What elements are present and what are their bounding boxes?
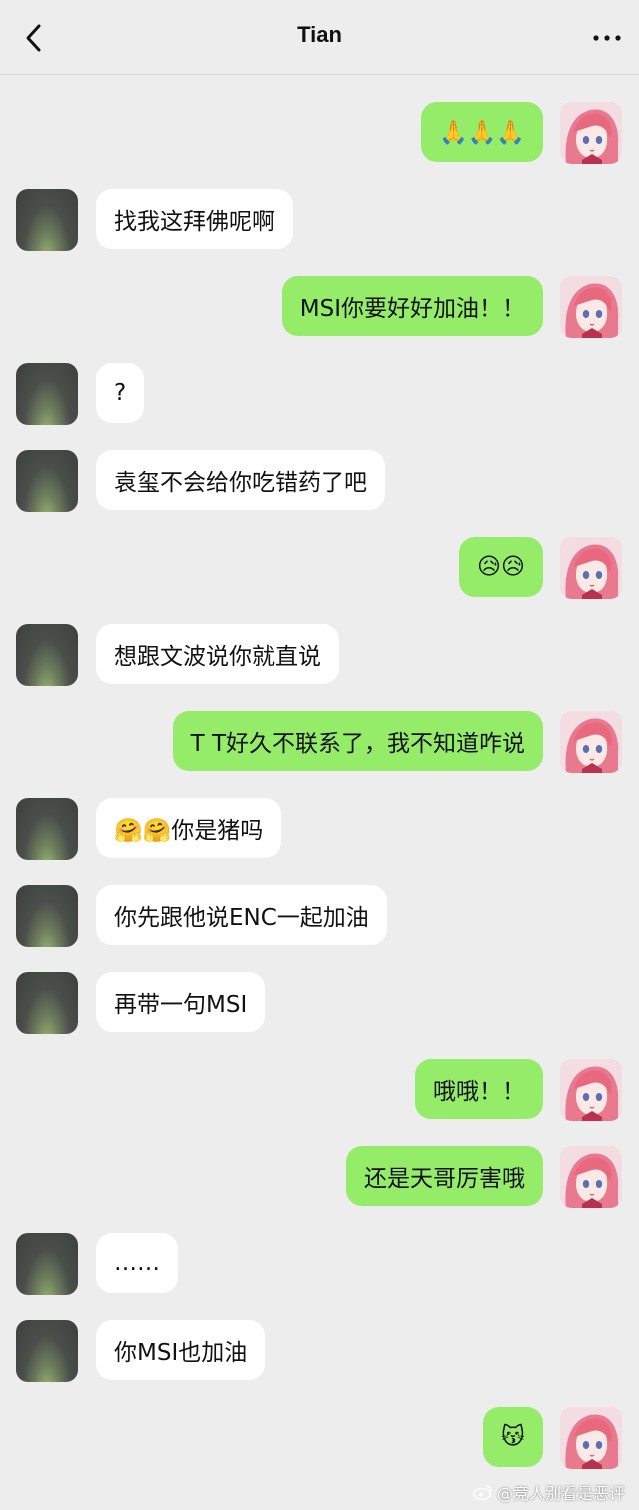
avatar[interactable] [560,1146,622,1208]
message-bubble[interactable]: 🤗🤗你是猪吗 [96,798,282,858]
message-bubble[interactable]: 😥😥 [459,537,543,597]
message-bubble[interactable]: 你MSI也加油 [96,1320,266,1380]
avatar-image [560,1146,622,1208]
message-row: ? [0,363,639,425]
message-bubble[interactable]: …… [96,1233,178,1293]
message-row: 还是天哥厉害哦 [0,1146,639,1208]
message-row: 想跟文波说你就直说 [0,624,639,686]
message-row: 😥😥 [0,537,639,599]
avatar[interactable] [560,711,622,773]
avatar[interactable] [16,363,78,425]
message-bubble[interactable]: 找我这拜佛呢啊 [96,189,293,249]
avatar[interactable] [560,1407,622,1469]
avatar[interactable] [16,1233,78,1295]
avatar[interactable] [560,102,622,164]
message-row: MSI你要好好加油！！ [0,276,639,338]
avatar-image [560,711,622,773]
message-bubble[interactable]: 再带一句MSI [96,972,266,1032]
avatar-image [560,537,622,599]
message-bubble[interactable]: ? [96,363,145,423]
message-row: 哦哦！！ [0,1059,639,1121]
avatar[interactable] [16,798,78,860]
more-icon [593,35,621,41]
avatar-image [560,1059,622,1121]
message-bubble[interactable]: 想跟文波说你就直说 [96,624,339,684]
message-row: 你先跟他说ENC一起加油 [0,885,639,947]
avatar-image [560,276,622,338]
message-bubble[interactable]: 哦哦！！ [415,1059,543,1119]
message-row: 😽 [0,1407,639,1469]
avatar[interactable] [16,972,78,1034]
message-row: 找我这拜佛呢啊 [0,189,639,251]
avatar[interactable] [16,450,78,512]
avatar[interactable] [16,624,78,686]
avatar-image [560,102,622,164]
message-row: 袁玺不会给你吃错药了吧 [0,450,639,512]
watermark: @竞人别看是恶评 [473,1480,625,1504]
message-bubble[interactable]: 还是天哥厉害哦 [346,1146,543,1206]
nav-bar: Tian [0,0,639,75]
message-row: 再带一句MSI [0,972,639,1034]
more-options-button[interactable] [587,18,627,58]
message-row: 🙏🙏🙏 [0,102,639,164]
message-bubble[interactable]: MSI你要好好加油！！ [281,276,543,336]
message-bubble[interactable]: 🙏🙏🙏 [421,102,543,162]
avatar[interactable] [560,1059,622,1121]
avatar-image [560,1407,622,1469]
message-row: 🤗🤗你是猪吗 [0,798,639,860]
message-bubble[interactable]: 袁玺不会给你吃错药了吧 [96,450,385,510]
watermark-text: @竞人别看是恶评 [496,1484,625,1503]
message-row: 你MSI也加油 [0,1320,639,1382]
message-bubble[interactable]: 你先跟他说ENC一起加油 [96,885,387,945]
chat-title: Tian [297,22,342,47]
avatar[interactable] [560,537,622,599]
avatar[interactable] [16,885,78,947]
message-row: …… [0,1233,639,1295]
avatar[interactable] [16,1320,78,1382]
message-bubble[interactable]: T T好久不联系了，我不知道咋说 [172,711,543,771]
message-row: T T好久不联系了，我不知道咋说 [0,711,639,773]
avatar[interactable] [560,276,622,338]
avatar[interactable] [16,189,78,251]
weibo-logo-icon [473,1485,492,1500]
message-bubble[interactable]: 😽 [483,1407,543,1467]
